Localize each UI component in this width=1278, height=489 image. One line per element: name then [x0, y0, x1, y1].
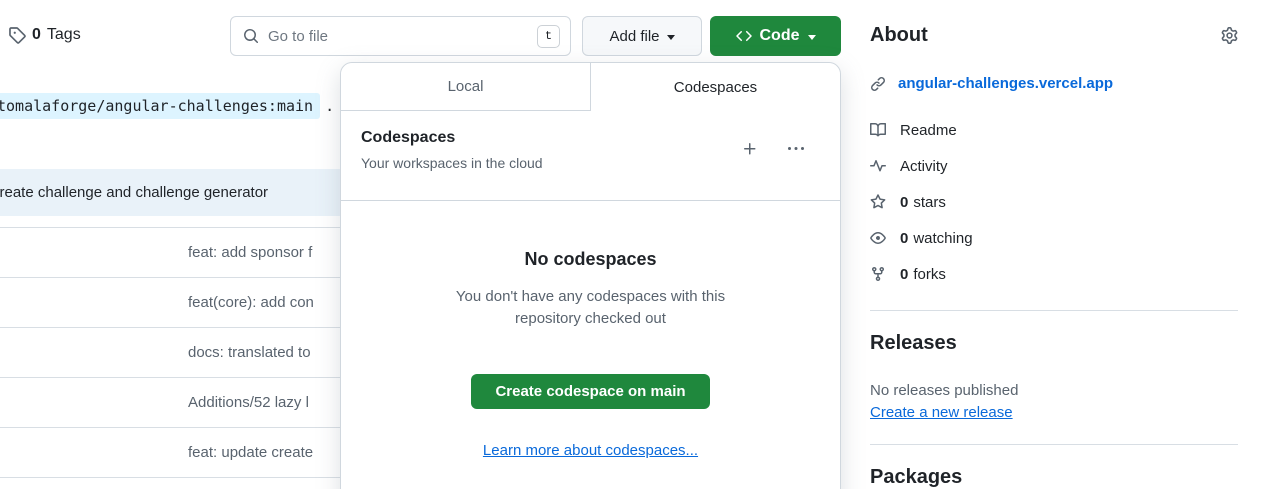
divider [870, 310, 1238, 311]
repo-settings-button[interactable] [1221, 27, 1238, 44]
activity-link[interactable]: Activity [870, 155, 973, 177]
watching-count: 0 [900, 230, 908, 247]
codespaces-header: Codespaces Your workspaces in the cloud [341, 111, 840, 201]
empty-state-title: No codespaces [341, 249, 840, 270]
watching-link[interactable]: 0 watching [870, 227, 973, 249]
stars-link[interactable]: 0 stars [870, 191, 973, 213]
repo-ref-line: tomalaforge/angular-challenges:main. [0, 93, 334, 119]
codespaces-title: Codespaces [361, 129, 543, 147]
tags-label: Tags [47, 26, 81, 44]
releases-empty-text: No releases published [870, 382, 1018, 399]
commit-message[interactable]: feat(core): add con [188, 294, 314, 311]
about-sidebar: About angular-challenges.vercel.app Read… [870, 0, 1238, 489]
codespaces-options-button[interactable] [788, 141, 804, 157]
website-row: angular-challenges.vercel.app [870, 75, 1113, 92]
add-file-button[interactable]: Add file [582, 16, 702, 56]
kebab-horizontal-icon [788, 141, 804, 157]
pulse-icon [870, 158, 886, 174]
keyboard-shortcut-badge: t [537, 25, 560, 48]
stars-count: 0 [900, 194, 908, 211]
stars-label: stars [913, 194, 946, 211]
watching-label: watching [913, 230, 972, 247]
gear-icon [1221, 27, 1238, 44]
repo-page: tomalaforge/angular-challenges:main. cre… [0, 0, 1278, 489]
code-icon [736, 28, 752, 44]
tags-link[interactable]: 0 Tags [8, 26, 81, 44]
commit-message[interactable]: feat: add sponsor f [188, 244, 312, 261]
divider [870, 444, 1238, 445]
tags-count: 0 [32, 26, 41, 44]
tab-local[interactable]: Local [341, 63, 590, 111]
goto-file-placeholder: Go to file [268, 28, 328, 45]
commit-message[interactable]: Additions/52 lazy l [188, 394, 309, 411]
book-icon [870, 122, 886, 138]
code-dropdown-tabs: Local Codespaces [341, 63, 840, 111]
forks-link[interactable]: 0 forks [870, 263, 973, 285]
commit-message[interactable]: feat: update create [188, 444, 313, 461]
create-codespace-button[interactable]: Create codespace on main [471, 374, 709, 409]
about-items: Readme Activity 0 stars 0 watch [870, 119, 973, 299]
code-dropdown: Local Codespaces Codespaces Your workspa… [340, 62, 841, 489]
empty-state-description: You don't have any codespaces with this … [436, 286, 746, 330]
code-button[interactable]: Code [710, 16, 841, 56]
code-button-label: Code [760, 27, 800, 45]
forks-count: 0 [900, 266, 908, 283]
commit-message[interactable]: docs: translated to [188, 344, 311, 361]
forks-label: forks [913, 266, 946, 283]
website-link[interactable]: angular-challenges.vercel.app [898, 75, 1113, 92]
releases-title: Releases [870, 332, 957, 355]
activity-label: Activity [900, 158, 948, 175]
repo-ref-suffix: . [325, 97, 334, 115]
goto-file-input[interactable]: Go to file t [230, 16, 571, 56]
add-file-label: Add file [609, 28, 659, 45]
plus-icon [742, 141, 758, 157]
learn-more-link[interactable]: Learn more about codespaces... [341, 442, 840, 459]
codespaces-subtitle: Your workspaces in the cloud [361, 155, 543, 171]
about-title: About [870, 24, 928, 47]
search-icon [243, 28, 259, 44]
repo-forked-icon [870, 266, 886, 282]
codespaces-empty-state: No codespaces You don't have any codespa… [341, 249, 840, 459]
latest-commit-message[interactable]: create challenge and challenge generator [0, 184, 268, 201]
create-release-link[interactable]: Create a new release [870, 404, 1013, 421]
chevron-down-icon [808, 35, 816, 40]
new-codespace-button[interactable] [742, 141, 758, 157]
tag-icon [8, 26, 26, 44]
link-icon [870, 76, 886, 92]
tab-codespaces[interactable]: Codespaces [590, 63, 840, 111]
readme-link[interactable]: Readme [870, 119, 973, 141]
repo-ref: tomalaforge/angular-challenges:main [0, 93, 320, 119]
packages-title: Packages [870, 466, 962, 489]
readme-label: Readme [900, 122, 957, 139]
eye-icon [870, 230, 886, 246]
chevron-down-icon [667, 35, 675, 40]
star-icon [870, 194, 886, 210]
